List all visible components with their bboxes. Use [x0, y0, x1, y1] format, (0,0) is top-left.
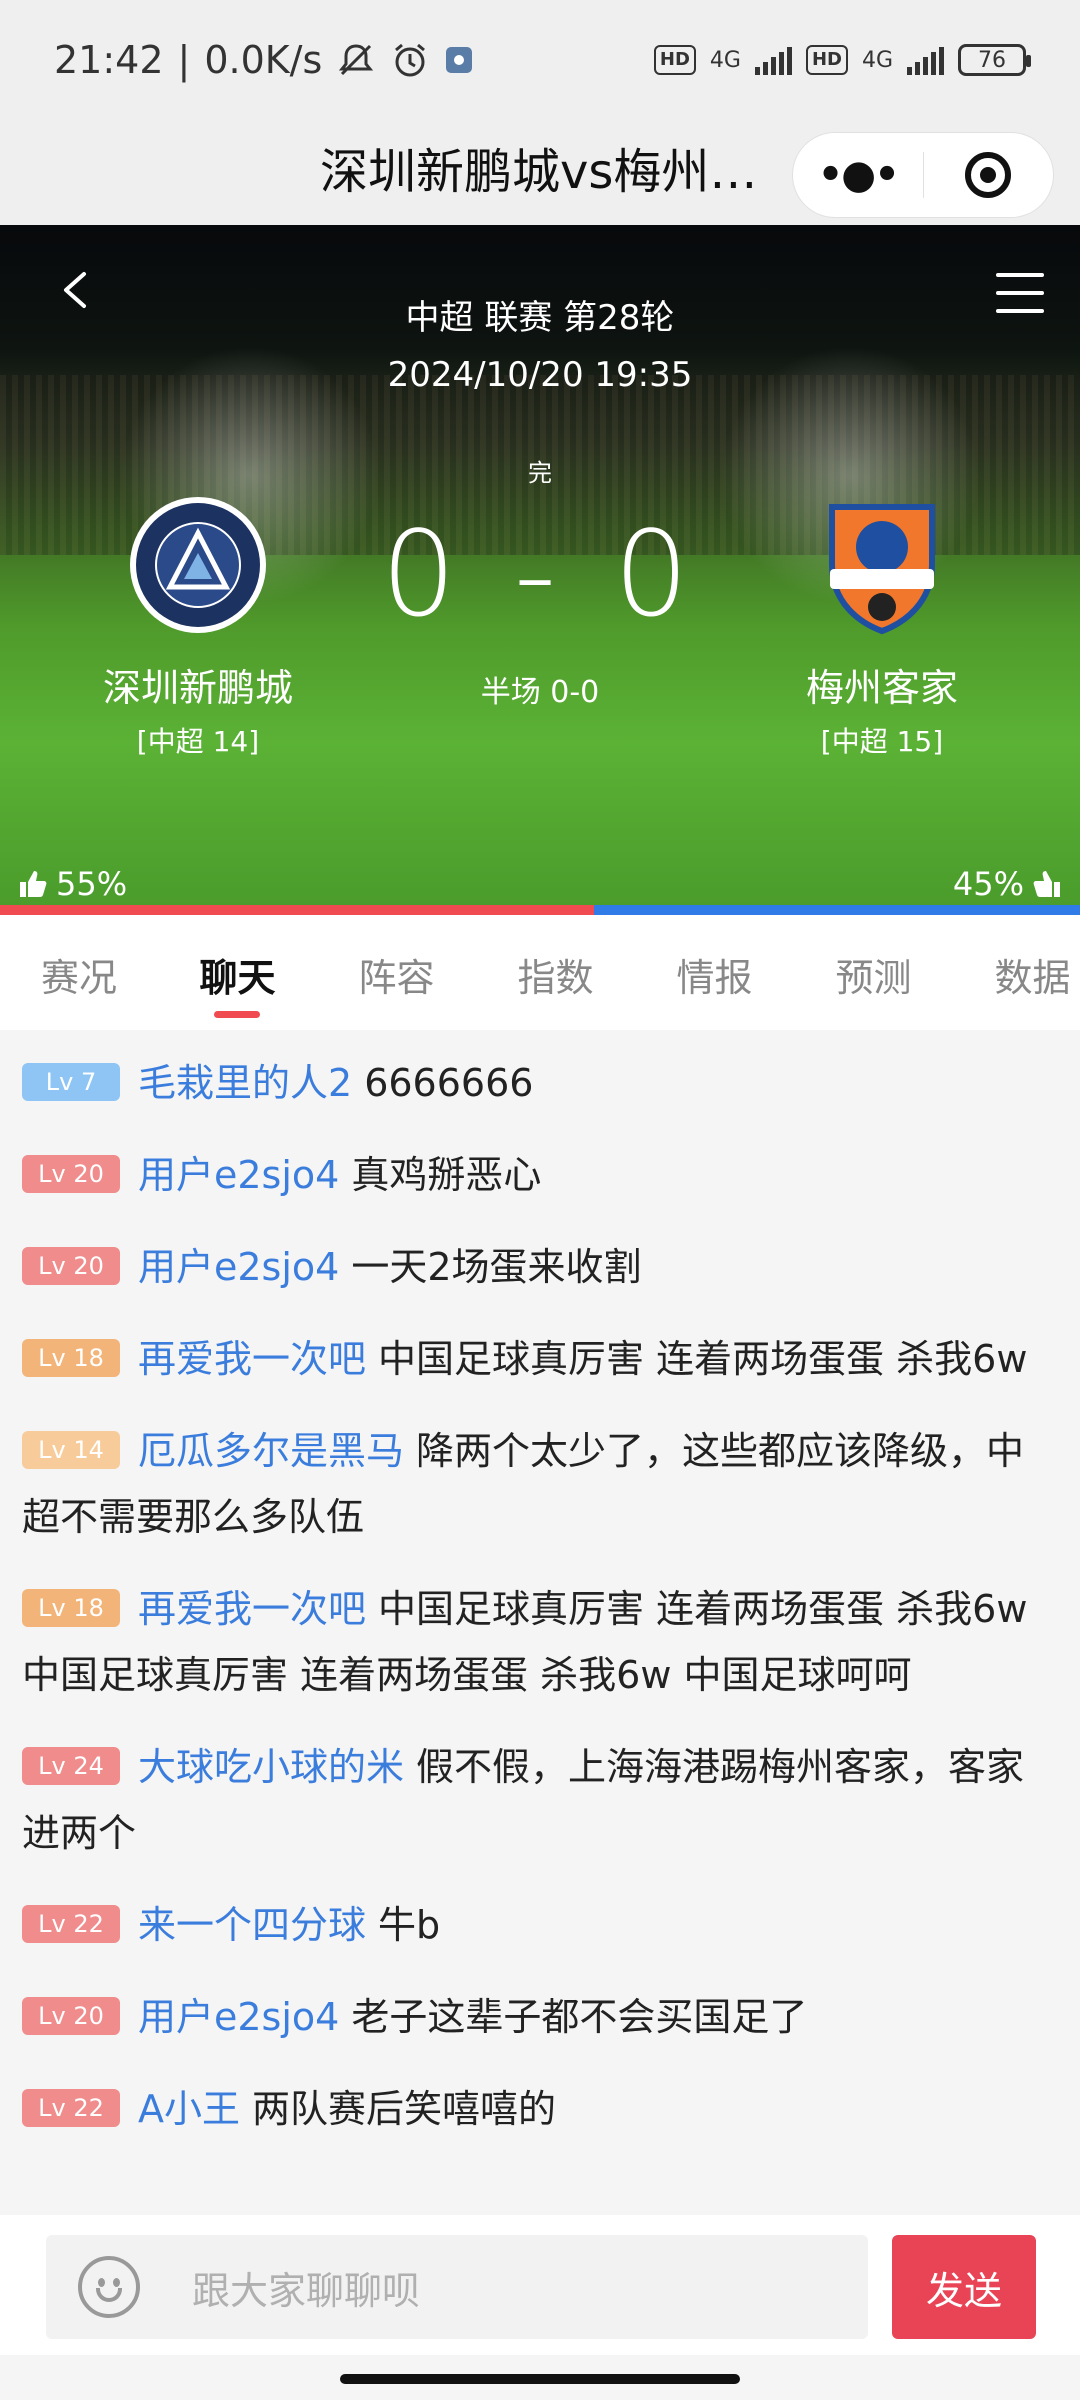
- chat-username[interactable]: 用户e2sjo4: [138, 1153, 339, 1197]
- away-team-logo: [812, 495, 952, 635]
- home-team[interactable]: 深圳新鹏城 [中超 14]: [48, 495, 348, 760]
- home-support-fill: [0, 905, 594, 915]
- chat-text: 一天2场蛋来收割: [351, 1245, 642, 1289]
- network-type: 4G: [861, 47, 893, 73]
- chat-text: 6666666: [364, 1061, 534, 1105]
- network-speed: 0.0K/s: [204, 38, 323, 82]
- home-team-rank: [中超 14]: [136, 725, 260, 758]
- chat-text: 两队赛后笑嘻嘻的: [252, 2087, 557, 2131]
- level-badge: Lv 22: [22, 1905, 120, 1943]
- status-separator: |: [177, 38, 191, 82]
- tab-0[interactable]: 赛况: [0, 915, 158, 1030]
- match-status: 完: [528, 459, 552, 487]
- chat-message: Lv 20 用户e2sjo4 真鸡掰恶心: [22, 1142, 1058, 1208]
- network-type: 4G: [709, 47, 741, 73]
- home-team-logo: [128, 495, 268, 635]
- thumb-up-icon: [20, 871, 47, 897]
- chat-input-bar: 跟大家聊聊呗 发送: [0, 2215, 1080, 2355]
- match-datetime: 2024/10/20 19:35: [387, 355, 693, 395]
- menu-line: [996, 273, 1044, 277]
- chat-text: 真鸡掰恶心: [351, 1153, 542, 1197]
- chat-message: Lv 24 大球吃小球的米 假不假，上海海港踢梅州客家，客家进两个: [22, 1734, 1058, 1866]
- away-support-percent: 45%: [952, 865, 1024, 903]
- chat-username[interactable]: 厄瓜多尔是黑马: [138, 1429, 404, 1473]
- page-title: 深圳新鹏城vs梅州…: [320, 144, 758, 200]
- chat-username[interactable]: 毛栽里的人2: [138, 1061, 352, 1105]
- more-dots-icon: •●•: [817, 152, 900, 198]
- chat-username[interactable]: 再爱我一次吧: [138, 1587, 366, 1631]
- chat-text: 牛b: [378, 1903, 441, 1947]
- support-ratio-bar: [0, 905, 1080, 915]
- home-team-name: 深圳新鹏城: [102, 666, 293, 710]
- close-miniprogram-button[interactable]: [924, 133, 1054, 217]
- level-badge: Lv 20: [22, 1155, 120, 1193]
- hd-badge: HD: [805, 45, 848, 75]
- away-support-button[interactable]: 45%: [953, 865, 1062, 903]
- hd-badge: HD: [653, 45, 696, 75]
- chat-message: Lv 18 再爱我一次吧 中国足球真厉害 连着两场蛋蛋 杀我6w 中国足球真厉害 连…: [22, 1576, 1058, 1708]
- tab-5[interactable]: 预测: [794, 915, 953, 1030]
- signal-icon: [907, 45, 944, 75]
- chat-username[interactable]: 大球吃小球的米: [138, 1745, 404, 1789]
- level-badge: Lv 18: [22, 1589, 120, 1627]
- chat-username[interactable]: A小王: [138, 2087, 240, 2131]
- chat-message: Lv 20 用户e2sjo4 一天2场蛋来收割: [22, 1234, 1058, 1300]
- chat-username[interactable]: 再爱我一次吧: [138, 1337, 366, 1381]
- tab-bar: 赛况 聊天 阵容 指数 情报 预测 数据: [0, 915, 1080, 1030]
- chat-input[interactable]: 跟大家聊聊呗: [46, 2235, 868, 2339]
- match-header: 中超 联赛 第28轮 2024/10/20 19:35 完 0 - 0 半场 0…: [0, 225, 1080, 915]
- send-button[interactable]: 发送: [892, 2235, 1036, 2339]
- chat-message: Lv 22 来一个四分球 牛b: [22, 1892, 1058, 1958]
- level-badge: Lv 18: [22, 1339, 120, 1377]
- chat-username[interactable]: 用户e2sjo4: [138, 1995, 339, 2039]
- home-support-percent: 55%: [56, 865, 128, 903]
- home-indicator[interactable]: [340, 2374, 740, 2384]
- level-badge: Lv 24: [22, 1747, 120, 1785]
- signal-icon: [754, 45, 792, 75]
- target-icon: [965, 152, 1012, 198]
- tab-4[interactable]: 情报: [635, 915, 794, 1030]
- away-team-rank: [中超 15]: [820, 725, 944, 758]
- level-badge: Lv 7: [22, 1063, 120, 1101]
- home-support-button[interactable]: 55%: [18, 865, 127, 903]
- chat-message: Lv 14 厄瓜多尔是黑马 降两个太少了，这些都应该降级，中超不需要那么多队伍: [22, 1418, 1058, 1550]
- mute-bell-icon: [336, 40, 376, 80]
- chat-message: Lv 20 用户e2sjo4 老子这辈子都不会买国足了: [22, 1984, 1058, 2050]
- level-badge: Lv 14: [22, 1431, 120, 1469]
- settings-app-icon: [444, 45, 474, 75]
- level-badge: Lv 20: [22, 1997, 120, 2035]
- more-button[interactable]: •●•: [793, 133, 923, 217]
- tab-3[interactable]: 指数: [476, 915, 635, 1030]
- thumb-up-icon: [1033, 871, 1060, 897]
- tab-6[interactable]: 数据: [953, 915, 1080, 1030]
- emoji-icon[interactable]: [78, 2256, 140, 2318]
- chat-text: 中国足球真厉害 连着两场蛋蛋 杀我6w: [378, 1337, 1028, 1381]
- battery-icon: 76: [958, 44, 1031, 76]
- chat-message: Lv 18 再爱我一次吧 中国足球真厉害 连着两场蛋蛋 杀我6w: [22, 1326, 1058, 1392]
- chat-message: Lv 7 毛栽里的人2 6666666: [22, 1050, 1058, 1116]
- miniprogram-title-bar: 深圳新鹏城vs梅州… •●•: [0, 120, 1080, 225]
- clock: 21:42: [54, 38, 164, 82]
- tab-1[interactable]: 聊天: [158, 915, 317, 1030]
- level-badge: Lv 22: [22, 2089, 120, 2127]
- status-bar: 21:42 | 0.0K/s HD 4G HD 4G 76: [0, 0, 1080, 120]
- chat-list[interactable]: Lv 7 毛栽里的人2 6666666 Lv 20 用户e2sjo4 真鸡掰恶心 Lv 20…: [0, 1030, 1080, 2215]
- chat-input-placeholder: 跟大家聊聊呗: [192, 2268, 421, 2313]
- league-round: 中超 联赛 第28轮: [405, 298, 675, 338]
- level-badge: Lv 20: [22, 1247, 120, 1285]
- alarm-icon: [390, 40, 430, 80]
- chat-message: Lv 22 A小王 两队赛后笑嘻嘻的: [22, 2076, 1058, 2142]
- chat-username[interactable]: 来一个四分球: [138, 1903, 366, 1947]
- tab-2[interactable]: 阵容: [317, 915, 476, 1030]
- chat-text: 老子这辈子都不会买国足了: [351, 1995, 808, 2039]
- chat-username[interactable]: 用户e2sjo4: [138, 1245, 339, 1289]
- away-team-name: 梅州客家: [805, 666, 958, 710]
- away-team[interactable]: 梅州客家 [中超 15]: [732, 495, 1032, 760]
- capsule-menu: •●•: [792, 132, 1054, 218]
